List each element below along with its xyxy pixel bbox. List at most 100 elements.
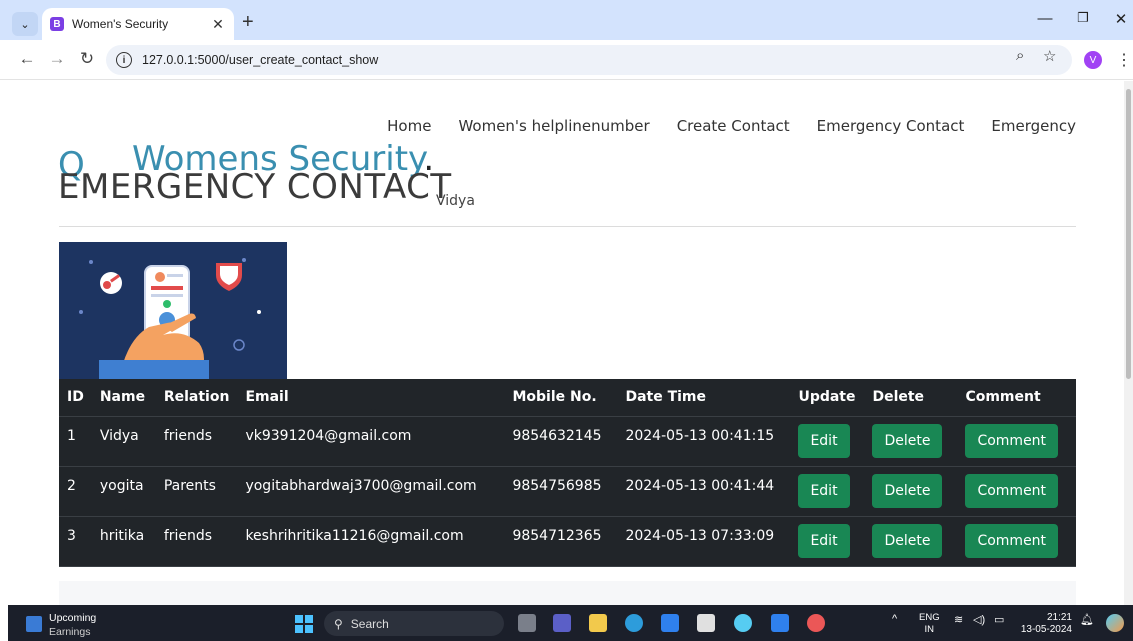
browser-toolbar: ← → ↻ i 127.0.0.1:5000/user_create_conta… (0, 40, 1133, 80)
back-arrow-icon[interactable]: ← (16, 49, 38, 69)
forward-arrow-icon[interactable]: → (46, 49, 68, 69)
lang-code: ENG (919, 612, 940, 623)
edit-button[interactable]: Edit (798, 524, 850, 558)
start-windows-icon[interactable] (295, 615, 313, 633)
nav-home[interactable]: Home (387, 117, 431, 135)
cell-delete: Delete (864, 516, 958, 567)
browser-tab[interactable]: B Women's Security ✕ (42, 8, 234, 40)
cell-id: 1 (59, 416, 92, 467)
taskbar-search-placeholder: Search (350, 616, 389, 631)
col-datetime: Date Time (617, 379, 791, 417)
window-close-icon[interactable]: ✕ (1110, 10, 1132, 28)
nav-helpline[interactable]: Women's helplinenumber (458, 117, 649, 135)
tab-list-chevron-icon[interactable]: ⌄ (12, 12, 38, 36)
windows-taskbar: Upcoming Earnings ⚲ Search ^ ENG IN ≋ ◁)… (8, 605, 1133, 641)
table-row: 2 yogita Parents yogitabhardwaj3700@gmai… (59, 466, 1076, 517)
bookmark-star-icon[interactable]: ☆ (1043, 47, 1056, 65)
edge-icon[interactable] (625, 614, 643, 632)
clock[interactable]: 21:21 13-05-2024 (1020, 612, 1072, 636)
cell-email: vk9391204@gmail.com (237, 416, 505, 467)
widget-subtitle[interactable]: Earnings (49, 626, 90, 638)
tray-chevron-icon[interactable]: ^ (892, 613, 897, 625)
reload-icon[interactable]: ↻ (76, 49, 98, 69)
site-info-icon[interactable]: i (116, 52, 132, 68)
tab-favicon-icon: B (50, 17, 64, 31)
address-bar[interactable]: i 127.0.0.1:5000/user_create_contact_sho… (106, 45, 1072, 75)
minimize-icon[interactable]: — (1034, 10, 1056, 27)
cell-name: Vidya (91, 416, 156, 467)
cell-delete: Delete (864, 466, 958, 517)
copilot-icon[interactable] (1106, 614, 1124, 632)
scrollbar-thumb[interactable] (1126, 89, 1131, 379)
header-divider (59, 226, 1076, 227)
cell-comment: Comment (957, 416, 1076, 467)
contacts-table: ID Name Relation Email Mobile No. Date T… (59, 379, 1076, 567)
cell-name: hritika (91, 516, 156, 567)
cell-name: yogita (91, 466, 156, 517)
file-explorer-icon[interactable] (589, 614, 607, 632)
cell-comment: Comment (957, 516, 1076, 567)
task-view-icon[interactable] (518, 614, 536, 632)
page-title: EMERGENCY CONTACT (58, 167, 452, 207)
cell-relation: friends (155, 516, 238, 567)
page-scrollbar[interactable] (1124, 81, 1133, 605)
app-icon[interactable] (661, 614, 679, 632)
cell-datetime: 2024-05-13 00:41:44 (617, 466, 791, 517)
cell-datetime: 2024-05-13 07:33:09 (617, 516, 791, 567)
comment-button[interactable]: Comment (965, 474, 1059, 508)
store-icon[interactable] (697, 614, 715, 632)
new-tab-icon[interactable]: + (242, 12, 254, 32)
main-nav: Home Women's helplinenumber Create Conta… (387, 117, 1076, 135)
cell-relation: Parents (155, 466, 238, 517)
cell-update: Edit (790, 466, 865, 517)
language-indicator[interactable]: ENG IN (919, 612, 940, 636)
chrome-icon[interactable] (807, 614, 825, 632)
cell-delete: Delete (864, 416, 958, 467)
phone-safety-illustration (59, 242, 287, 379)
col-mobile: Mobile No. (504, 379, 618, 417)
browser-tabbar: ⌄ B Women's Security ✕ + — ❐ ✕ (0, 0, 1133, 40)
tab-close-icon[interactable]: ✕ (210, 16, 226, 33)
teams-icon[interactable] (553, 614, 571, 632)
zoom-icon[interactable]: ⌕ (1016, 47, 1024, 64)
hero-image (59, 242, 287, 379)
cell-mobile: 9854756985 (504, 466, 618, 517)
widget-title[interactable]: Upcoming (49, 612, 96, 624)
delete-button[interactable]: Delete (872, 424, 943, 458)
url-text[interactable]: 127.0.0.1:5000/user_create_contact_show (142, 53, 378, 67)
browser-menu-icon[interactable]: ⋮ (1116, 50, 1132, 70)
widgets-icon[interactable] (26, 616, 42, 632)
cell-id: 2 (59, 466, 92, 517)
table-header-row: ID Name Relation Email Mobile No. Date T… (59, 379, 1076, 417)
cell-comment: Comment (957, 466, 1076, 517)
search-icon: ⚲ (334, 616, 343, 631)
comment-button[interactable]: Comment (965, 524, 1059, 558)
delete-button[interactable]: Delete (872, 474, 943, 508)
col-name: Name (91, 379, 156, 417)
notification-bell-icon[interactable]: 🔔︎ (1080, 613, 1094, 626)
profile-avatar[interactable]: V (1084, 51, 1102, 69)
cell-datetime: 2024-05-13 00:41:15 (617, 416, 791, 467)
edit-button[interactable]: Edit (798, 474, 850, 508)
col-comment: Comment (957, 379, 1076, 417)
col-email: Email (237, 379, 505, 417)
comment-button[interactable]: Comment (965, 424, 1059, 458)
wifi-icon[interactable]: ≋ (954, 613, 963, 626)
taskbar-search[interactable]: ⚲ Search (324, 611, 504, 636)
delete-button[interactable]: Delete (872, 524, 943, 558)
col-update: Update (790, 379, 865, 417)
restore-icon[interactable]: ❐ (1072, 10, 1094, 26)
vscode-icon[interactable] (771, 614, 789, 632)
tab-title: Women's Security (72, 17, 169, 31)
volume-icon[interactable]: ◁) (973, 613, 985, 626)
python-icon[interactable] (734, 614, 752, 632)
footer-strip (59, 581, 1076, 605)
edit-button[interactable]: Edit (798, 424, 850, 458)
cell-mobile: 9854632145 (504, 416, 618, 467)
nav-emergency-contact[interactable]: Emergency Contact (817, 117, 965, 135)
battery-icon[interactable]: ▭ (994, 613, 1004, 626)
nav-create-contact[interactable]: Create Contact (677, 117, 790, 135)
clock-time: 21:21 (1046, 612, 1072, 623)
nav-emergency[interactable]: Emergency (991, 117, 1076, 135)
cell-relation: friends (155, 416, 238, 467)
